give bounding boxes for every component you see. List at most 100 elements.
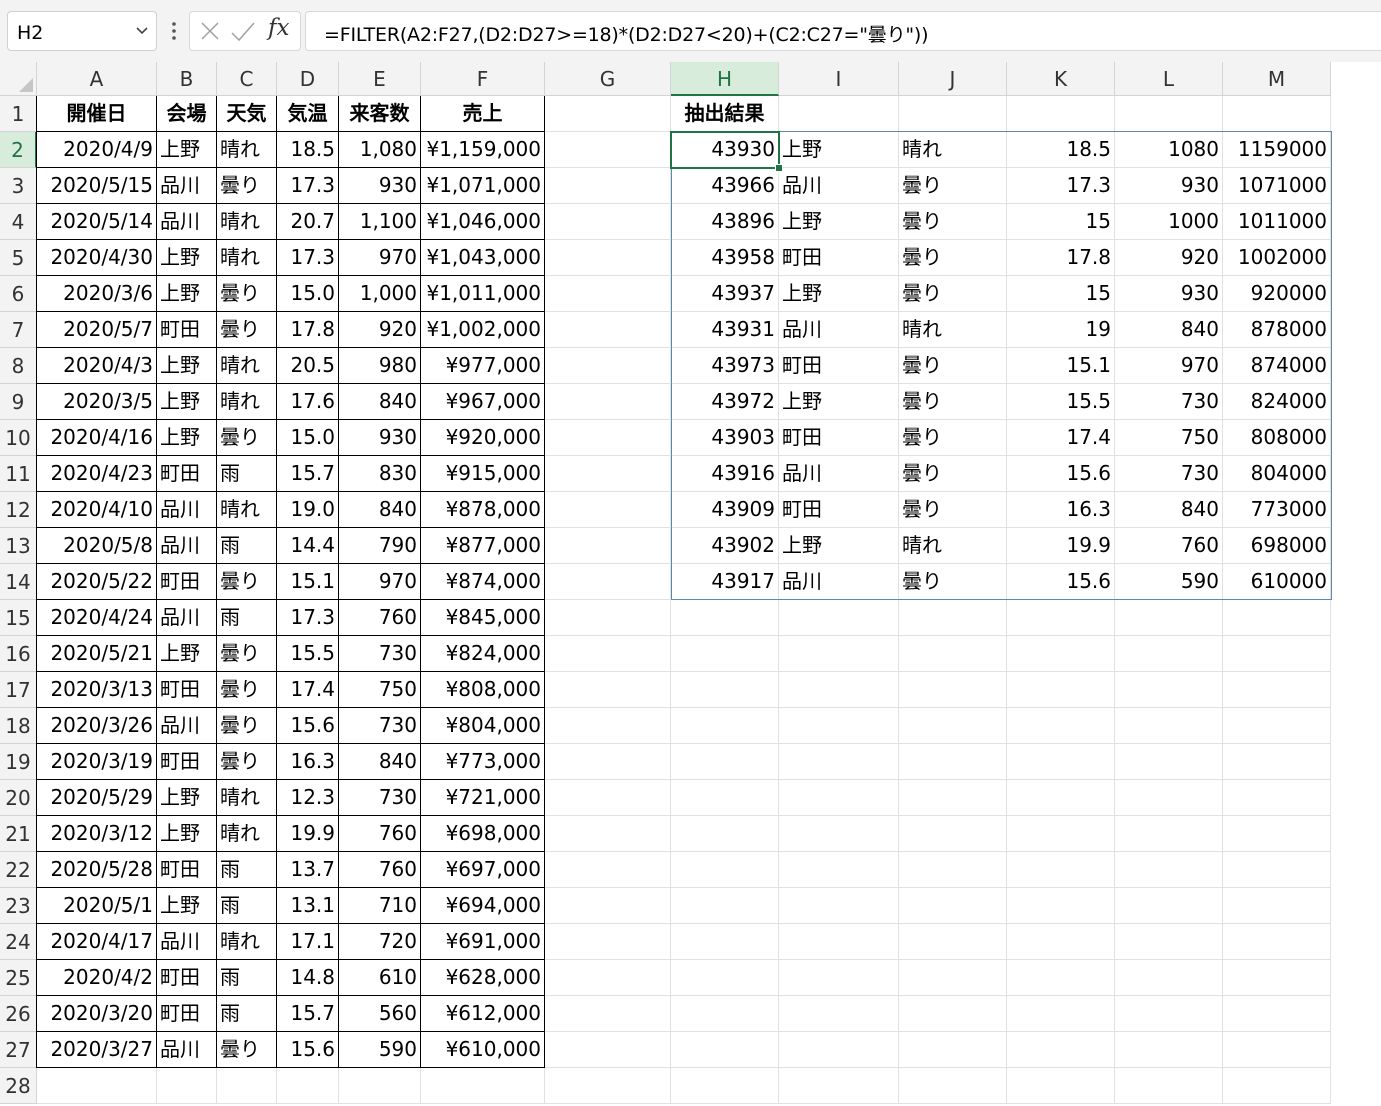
- result-cell[interactable]: 晴れ: [899, 132, 1007, 168]
- cell[interactable]: [671, 708, 779, 744]
- source-cell[interactable]: 晴れ: [217, 924, 277, 960]
- column-header-f[interactable]: F: [421, 62, 545, 96]
- cell[interactable]: [1007, 744, 1115, 780]
- chevron-down-icon[interactable]: [134, 22, 150, 38]
- source-cell[interactable]: 20.5: [277, 348, 339, 384]
- result-cell[interactable]: 上野: [779, 384, 899, 420]
- cell[interactable]: [1223, 780, 1331, 816]
- cell[interactable]: [899, 960, 1007, 996]
- source-cell[interactable]: 町田: [157, 744, 217, 780]
- source-cell[interactable]: 雨: [217, 600, 277, 636]
- cell[interactable]: [899, 816, 1007, 852]
- cell[interactable]: [1223, 600, 1331, 636]
- source-cell[interactable]: 2020/5/14: [36, 204, 157, 240]
- source-cell[interactable]: 上野: [157, 816, 217, 852]
- cell[interactable]: [671, 1032, 779, 1068]
- result-cell[interactable]: 上野: [779, 276, 899, 312]
- cell[interactable]: [421, 1068, 545, 1104]
- source-cell[interactable]: 17.3: [277, 240, 339, 276]
- source-cell[interactable]: ¥697,000: [421, 852, 545, 888]
- cell[interactable]: [545, 708, 671, 744]
- row-header-3[interactable]: 3: [0, 168, 37, 204]
- source-cell[interactable]: 17.3: [277, 600, 339, 636]
- source-header-cell[interactable]: 売上: [421, 96, 545, 132]
- result-cell[interactable]: 43909: [671, 492, 779, 528]
- cell[interactable]: [779, 996, 899, 1032]
- result-cell[interactable]: 590: [1115, 564, 1223, 600]
- result-cell[interactable]: 43972: [671, 384, 779, 420]
- result-cell[interactable]: 晴れ: [899, 528, 1007, 564]
- source-cell[interactable]: ¥691,000: [421, 924, 545, 960]
- cell[interactable]: [1007, 816, 1115, 852]
- cell[interactable]: [899, 1032, 1007, 1068]
- source-cell[interactable]: 品川: [157, 168, 217, 204]
- row-header-8[interactable]: 8: [0, 348, 37, 384]
- source-cell[interactable]: 上野: [157, 636, 217, 672]
- source-cell[interactable]: 2020/3/27: [36, 1032, 157, 1068]
- cell[interactable]: [671, 744, 779, 780]
- source-cell[interactable]: 晴れ: [217, 384, 277, 420]
- cell[interactable]: [545, 492, 671, 528]
- source-cell[interactable]: 720: [339, 924, 421, 960]
- source-cell[interactable]: ¥804,000: [421, 708, 545, 744]
- result-cell[interactable]: 1080: [1115, 132, 1223, 168]
- source-cell[interactable]: 12.3: [277, 780, 339, 816]
- source-cell[interactable]: 上野: [157, 780, 217, 816]
- cell[interactable]: [1223, 708, 1331, 744]
- source-cell[interactable]: 雨: [217, 852, 277, 888]
- cell[interactable]: [671, 960, 779, 996]
- result-cell[interactable]: 43958: [671, 240, 779, 276]
- source-cell[interactable]: 上野: [157, 276, 217, 312]
- cell[interactable]: [545, 384, 671, 420]
- source-cell[interactable]: 2020/3/12: [36, 816, 157, 852]
- cell[interactable]: [671, 1068, 779, 1104]
- cell[interactable]: [671, 672, 779, 708]
- result-cell[interactable]: 970: [1115, 348, 1223, 384]
- result-cell[interactable]: 町田: [779, 492, 899, 528]
- source-cell[interactable]: ¥845,000: [421, 600, 545, 636]
- source-cell[interactable]: 730: [339, 780, 421, 816]
- result-cell[interactable]: 曇り: [899, 420, 1007, 456]
- source-cell[interactable]: 品川: [157, 492, 217, 528]
- result-cell[interactable]: 15.6: [1007, 456, 1115, 492]
- cell[interactable]: [545, 672, 671, 708]
- cell[interactable]: [1007, 636, 1115, 672]
- column-header-d[interactable]: D: [277, 62, 339, 96]
- cell[interactable]: [671, 636, 779, 672]
- result-cell[interactable]: 610000: [1223, 564, 1331, 600]
- source-cell[interactable]: 上野: [157, 240, 217, 276]
- cell[interactable]: [1007, 600, 1115, 636]
- cell[interactable]: [1007, 996, 1115, 1032]
- result-cell[interactable]: 町田: [779, 420, 899, 456]
- source-header-cell[interactable]: 会場: [157, 96, 217, 132]
- column-header-c[interactable]: C: [217, 62, 277, 96]
- cell[interactable]: [779, 816, 899, 852]
- source-cell[interactable]: 970: [339, 240, 421, 276]
- result-cell[interactable]: 16.3: [1007, 492, 1115, 528]
- source-cell[interactable]: 14.4: [277, 528, 339, 564]
- source-cell[interactable]: 2020/5/1: [36, 888, 157, 924]
- source-cell[interactable]: 2020/5/8: [36, 528, 157, 564]
- fill-handle[interactable]: [775, 164, 783, 172]
- column-header-m[interactable]: M: [1223, 62, 1331, 96]
- result-cell[interactable]: 品川: [779, 312, 899, 348]
- source-cell[interactable]: 上野: [157, 420, 217, 456]
- cell[interactable]: [1007, 96, 1115, 132]
- source-cell[interactable]: 920: [339, 312, 421, 348]
- cell[interactable]: [545, 636, 671, 672]
- source-cell[interactable]: 2020/3/6: [36, 276, 157, 312]
- source-cell[interactable]: 上野: [157, 348, 217, 384]
- cell[interactable]: [1007, 852, 1115, 888]
- source-cell[interactable]: ¥920,000: [421, 420, 545, 456]
- source-cell[interactable]: 晴れ: [217, 780, 277, 816]
- result-cell[interactable]: 上野: [779, 204, 899, 240]
- source-cell[interactable]: 15.6: [277, 1032, 339, 1068]
- cell[interactable]: [545, 888, 671, 924]
- result-cell[interactable]: 43916: [671, 456, 779, 492]
- more-options-icon[interactable]: [165, 19, 183, 43]
- cell[interactable]: [899, 924, 1007, 960]
- source-cell[interactable]: 上野: [157, 384, 217, 420]
- source-cell[interactable]: ¥698,000: [421, 816, 545, 852]
- cell[interactable]: [899, 96, 1007, 132]
- source-header-cell[interactable]: 天気: [217, 96, 277, 132]
